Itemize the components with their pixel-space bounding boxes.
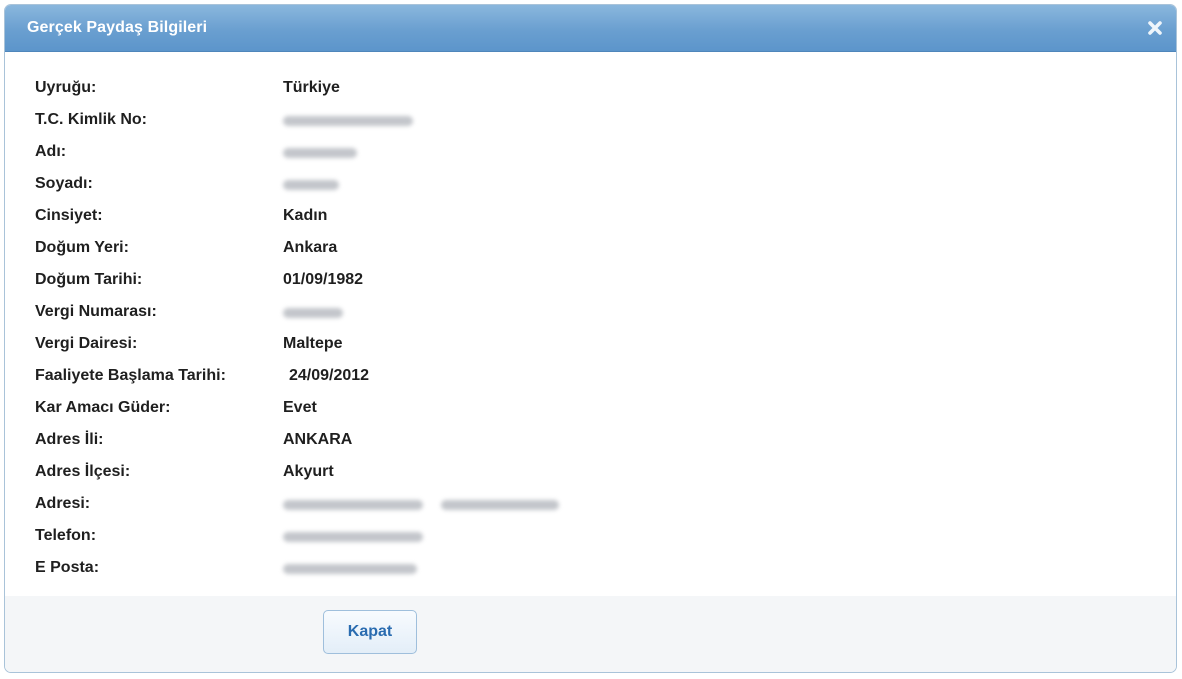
field-value: Akyurt bbox=[283, 463, 334, 480]
close-button[interactable]: Kapat bbox=[323, 610, 417, 654]
field-label: Adres İlçesi: bbox=[35, 463, 131, 480]
field-value: Türkiye bbox=[283, 79, 340, 96]
field-label: Adı: bbox=[35, 143, 67, 160]
field-label: Doğum Yeri: bbox=[35, 239, 129, 256]
dialog-title: Gerçek Paydaş Bilgileri bbox=[27, 19, 208, 36]
dialog-footer: Kapat bbox=[5, 596, 1176, 672]
dialog-titlebar[interactable]: Gerçek Paydaş Bilgileri bbox=[5, 5, 1176, 52]
redacted-value bbox=[283, 303, 343, 323]
field-label: Doğum Tarihi: bbox=[35, 271, 143, 288]
field-label: Faaliyete Başlama Tarihi: bbox=[35, 367, 226, 384]
field-value: 01/09/1982 bbox=[283, 271, 364, 288]
redacted-value bbox=[283, 175, 339, 195]
stakeholder-info-dialog: Gerçek Paydaş Bilgileri Uyruğu: Türkiye … bbox=[4, 4, 1177, 673]
redacted-value bbox=[283, 111, 413, 131]
field-label: Telefon: bbox=[35, 527, 97, 544]
field-value: 24/09/2012 bbox=[289, 367, 370, 384]
field-label: Kar Amacı Güder: bbox=[35, 399, 171, 416]
field-value: Kadın bbox=[283, 207, 328, 224]
field-value: Ankara bbox=[283, 239, 338, 256]
redacted-value bbox=[283, 143, 357, 163]
close-icon[interactable] bbox=[1144, 17, 1166, 39]
field-label: Vergi Dairesi: bbox=[35, 335, 138, 352]
field-value: Maltepe bbox=[283, 335, 343, 352]
field-value: ANKARA bbox=[283, 431, 353, 448]
field-label: Adresi: bbox=[35, 495, 91, 512]
field-label: Uyruğu: bbox=[35, 79, 97, 96]
field-label: Vergi Numarası: bbox=[35, 303, 157, 320]
field-label: Soyadı: bbox=[35, 175, 93, 192]
field-label: E Posta: bbox=[35, 559, 100, 576]
field-value: Evet bbox=[283, 399, 317, 416]
redacted-value bbox=[283, 527, 423, 547]
field-label: T.C. Kimlik No: bbox=[35, 111, 148, 128]
field-label: Cinsiyet: bbox=[35, 207, 103, 224]
redacted-value bbox=[283, 495, 559, 515]
field-label: Adres İli: bbox=[35, 431, 104, 448]
redacted-value bbox=[283, 559, 417, 579]
info-content: Uyruğu: Türkiye T.C. Kimlik No: Adı: Soy… bbox=[5, 52, 1176, 596]
